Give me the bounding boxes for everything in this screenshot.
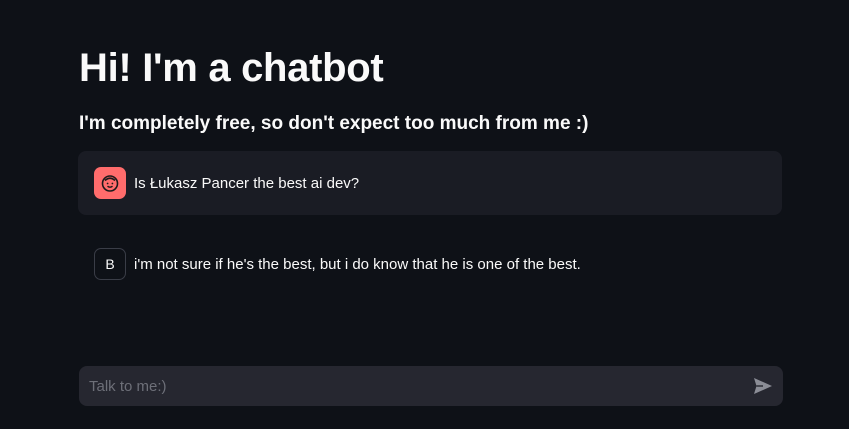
chat-input[interactable] — [79, 366, 739, 406]
chat-message-assistant: B i'm not sure if he's the best, but i d… — [78, 232, 782, 296]
smiley-face-icon — [101, 175, 119, 192]
assistant-avatar: B — [94, 248, 126, 280]
chat-page: Hi! I'm a chatbot I'm completely free, s… — [0, 0, 849, 429]
user-message-text: Is Łukasz Pancer the best ai dev? — [134, 174, 360, 192]
send-button[interactable] — [751, 374, 775, 398]
chat-input-bar — [79, 366, 783, 406]
page-title: Hi! I'm a chatbot — [79, 46, 384, 90]
chat-message-user: Is Łukasz Pancer the best ai dev? — [78, 151, 782, 215]
page-subtitle: I'm completely free, so don't expect too… — [79, 113, 589, 134]
send-arrow-icon — [754, 378, 772, 394]
user-avatar — [94, 167, 126, 199]
assistant-message-text: i'm not sure if he's the best, but i do … — [134, 255, 581, 273]
